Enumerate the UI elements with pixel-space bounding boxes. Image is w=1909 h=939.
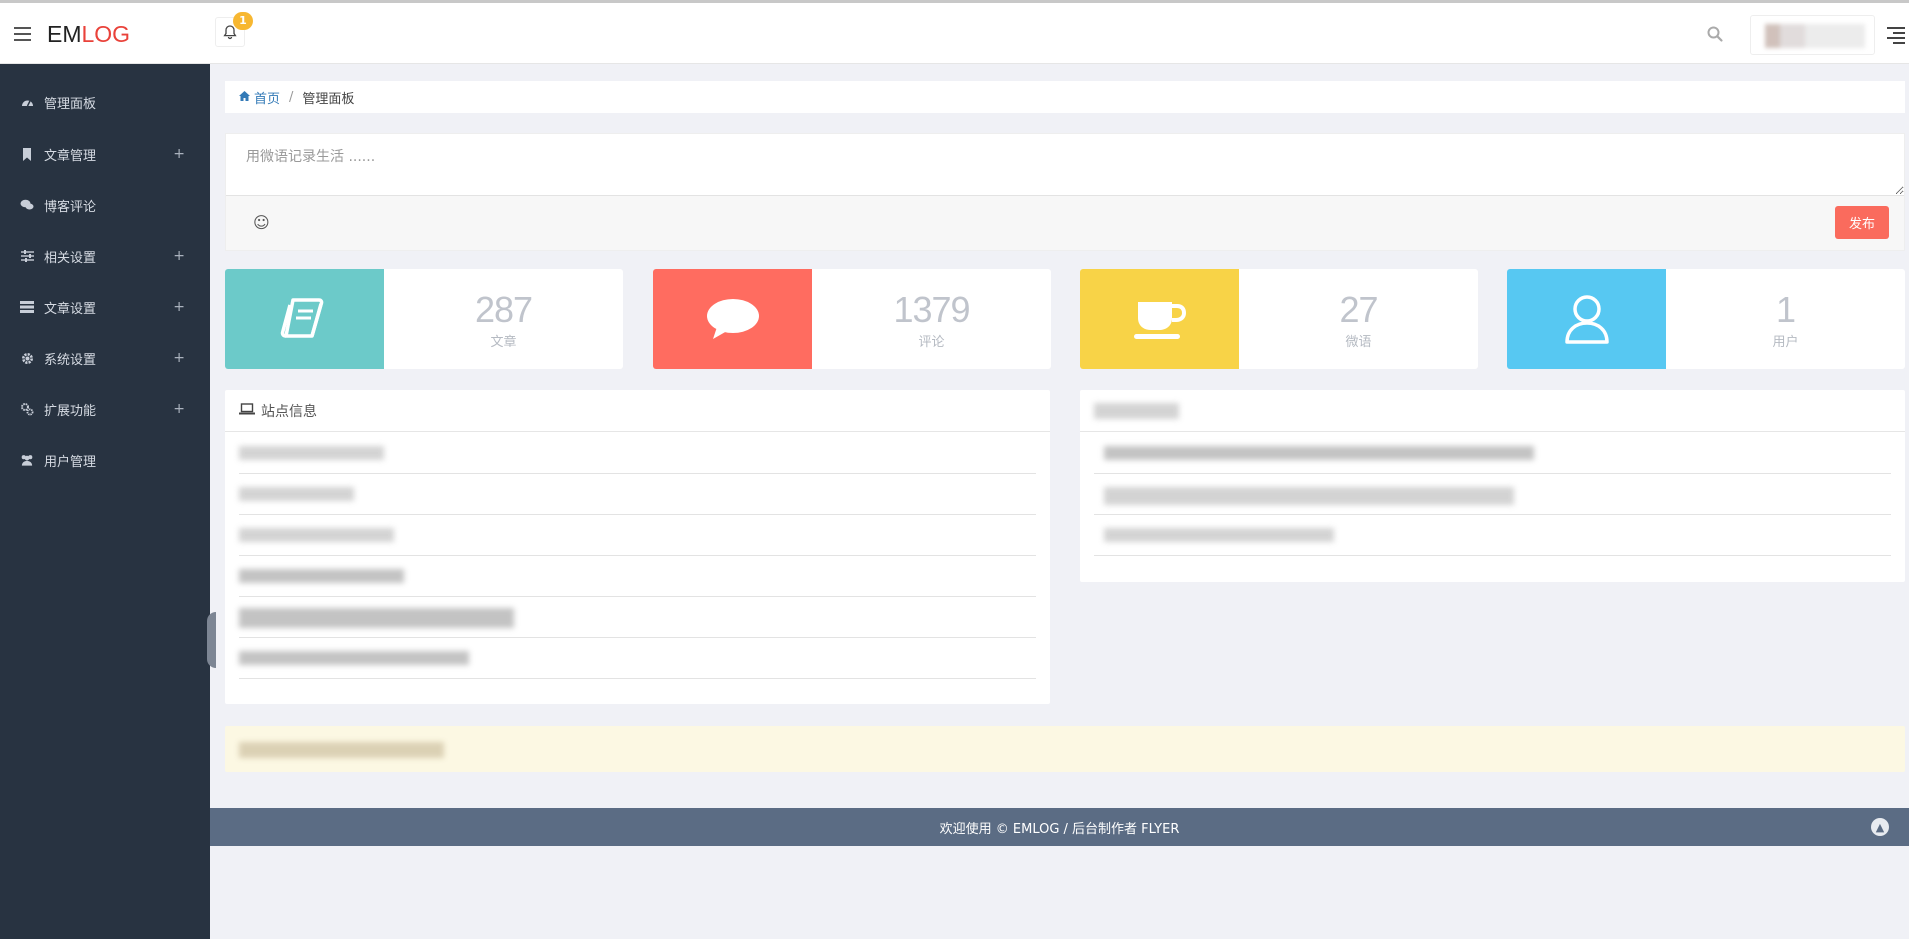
stat-card-microblog[interactable]: 27 微语	[1080, 269, 1478, 369]
gear-icon	[20, 351, 34, 365]
users-icon	[20, 453, 34, 467]
sidebar-item-label: 用户管理	[44, 454, 97, 470]
expand-plus-icon[interactable]: +	[173, 350, 185, 366]
coffee-icon	[1080, 269, 1239, 369]
stat-value: 1379	[893, 289, 970, 330]
stat-value: 1	[1775, 289, 1796, 330]
book-icon	[225, 269, 384, 369]
expand-plus-icon[interactable]: +	[173, 248, 185, 264]
sidebar-item-dashboard[interactable]: 管理面板	[0, 87, 210, 117]
list-icon	[20, 300, 34, 314]
site-info-row	[239, 597, 1036, 638]
sliders-icon	[20, 249, 34, 263]
dashboard-icon	[20, 95, 34, 109]
stat-value: 287	[474, 289, 533, 330]
sidebar-item-related-settings[interactable]: 相关设置 +	[0, 241, 210, 271]
sidebar-item-extensions[interactable]: 扩展功能 +	[0, 394, 210, 424]
stat-card-articles[interactable]: 287 文章	[225, 269, 623, 369]
site-info-row	[239, 638, 1036, 679]
microblog-composer: ☺ 发布	[225, 133, 1905, 251]
scroll-to-top-icon[interactable]: ▲	[1871, 818, 1889, 836]
footer: 欢迎使用 © EMLOG / 后台制作者 FLYER ▲	[210, 808, 1909, 846]
breadcrumb: 首页 / 管理面板	[225, 81, 1905, 113]
right-panel-toggle-icon[interactable]	[1887, 27, 1905, 44]
site-info-row	[239, 556, 1036, 597]
notice-bar	[225, 726, 1905, 772]
comment-icon	[653, 269, 812, 369]
sidebar-item-articles[interactable]: 文章管理 +	[0, 139, 210, 169]
secondary-info-row	[1094, 433, 1891, 474]
publish-button[interactable]: 发布	[1835, 206, 1889, 239]
emoji-icon[interactable]: ☺	[253, 213, 270, 232]
user-avatar-button[interactable]	[1750, 15, 1875, 55]
breadcrumb-home-link[interactable]: 首页	[254, 88, 280, 107]
search-icon[interactable]	[1706, 25, 1724, 43]
home-icon	[239, 90, 250, 104]
sidebar: 管理面板 文章管理 + 博客评论 相关设置 + 文章设置 + 系统设置 + 扩展…	[0, 64, 210, 939]
stat-value: 27	[1339, 289, 1378, 330]
expand-plus-icon[interactable]: +	[173, 401, 185, 417]
secondary-info-row	[1094, 474, 1891, 515]
expand-plus-icon[interactable]: +	[173, 146, 185, 162]
site-info-row	[239, 515, 1036, 556]
comments-icon	[20, 198, 34, 212]
breadcrumb-current: 管理面板	[302, 91, 355, 107]
avatar	[1765, 24, 1865, 48]
site-info-title: 站点信息	[261, 403, 317, 420]
sidebar-item-label: 文章设置	[44, 301, 97, 317]
sidebar-item-label: 文章管理	[44, 148, 97, 164]
stat-label: 微语	[1345, 335, 1372, 350]
secondary-info-row	[1094, 515, 1891, 556]
site-info-panel: 站点信息	[225, 390, 1050, 704]
laptop-icon	[239, 402, 255, 419]
user-icon	[1507, 269, 1666, 369]
sidebar-item-label: 管理面板	[44, 96, 97, 112]
brand-text-em: EM	[47, 21, 82, 47]
site-info-row	[239, 474, 1036, 515]
sidebar-item-label: 扩展功能	[44, 403, 97, 419]
sidebar-item-users[interactable]: 用户管理	[0, 445, 210, 475]
stat-card-users[interactable]: 1 用户	[1507, 269, 1905, 369]
brand-text-log: LOG	[81, 21, 131, 47]
sidebar-item-article-settings[interactable]: 文章设置 +	[0, 292, 210, 322]
bookmark-icon	[20, 147, 34, 161]
stat-label: 文章	[490, 335, 517, 350]
top-bar: EMLOG 1	[0, 0, 1909, 64]
brand-logo[interactable]: EMLOG	[47, 21, 130, 48]
sidebar-item-label: 系统设置	[44, 352, 97, 368]
secondary-info-panel	[1080, 390, 1905, 582]
site-info-header: 站点信息	[225, 390, 1050, 432]
footer-text: 欢迎使用 © EMLOG / 后台制作者 FLYER	[939, 821, 1180, 837]
sidebar-item-label: 博客评论	[44, 199, 97, 215]
stat-card-comments[interactable]: 1379 评论	[653, 269, 1051, 369]
sidebar-collapse-handle[interactable]	[207, 612, 216, 668]
hamburger-menu-icon[interactable]	[14, 27, 31, 41]
stat-label: 用户	[1772, 335, 1799, 350]
sidebar-item-label: 相关设置	[44, 250, 97, 266]
sidebar-item-comments[interactable]: 博客评论	[0, 190, 210, 220]
expand-plus-icon[interactable]: +	[173, 299, 185, 315]
sidebar-item-system-settings[interactable]: 系统设置 +	[0, 343, 210, 373]
notification-badge: 1	[233, 12, 253, 30]
stat-label: 评论	[918, 335, 945, 350]
site-info-row	[239, 433, 1036, 474]
breadcrumb-separator: /	[289, 89, 294, 105]
puzzle-icon	[20, 402, 34, 416]
microblog-input[interactable]	[226, 134, 1904, 196]
secondary-info-header	[1080, 390, 1905, 432]
